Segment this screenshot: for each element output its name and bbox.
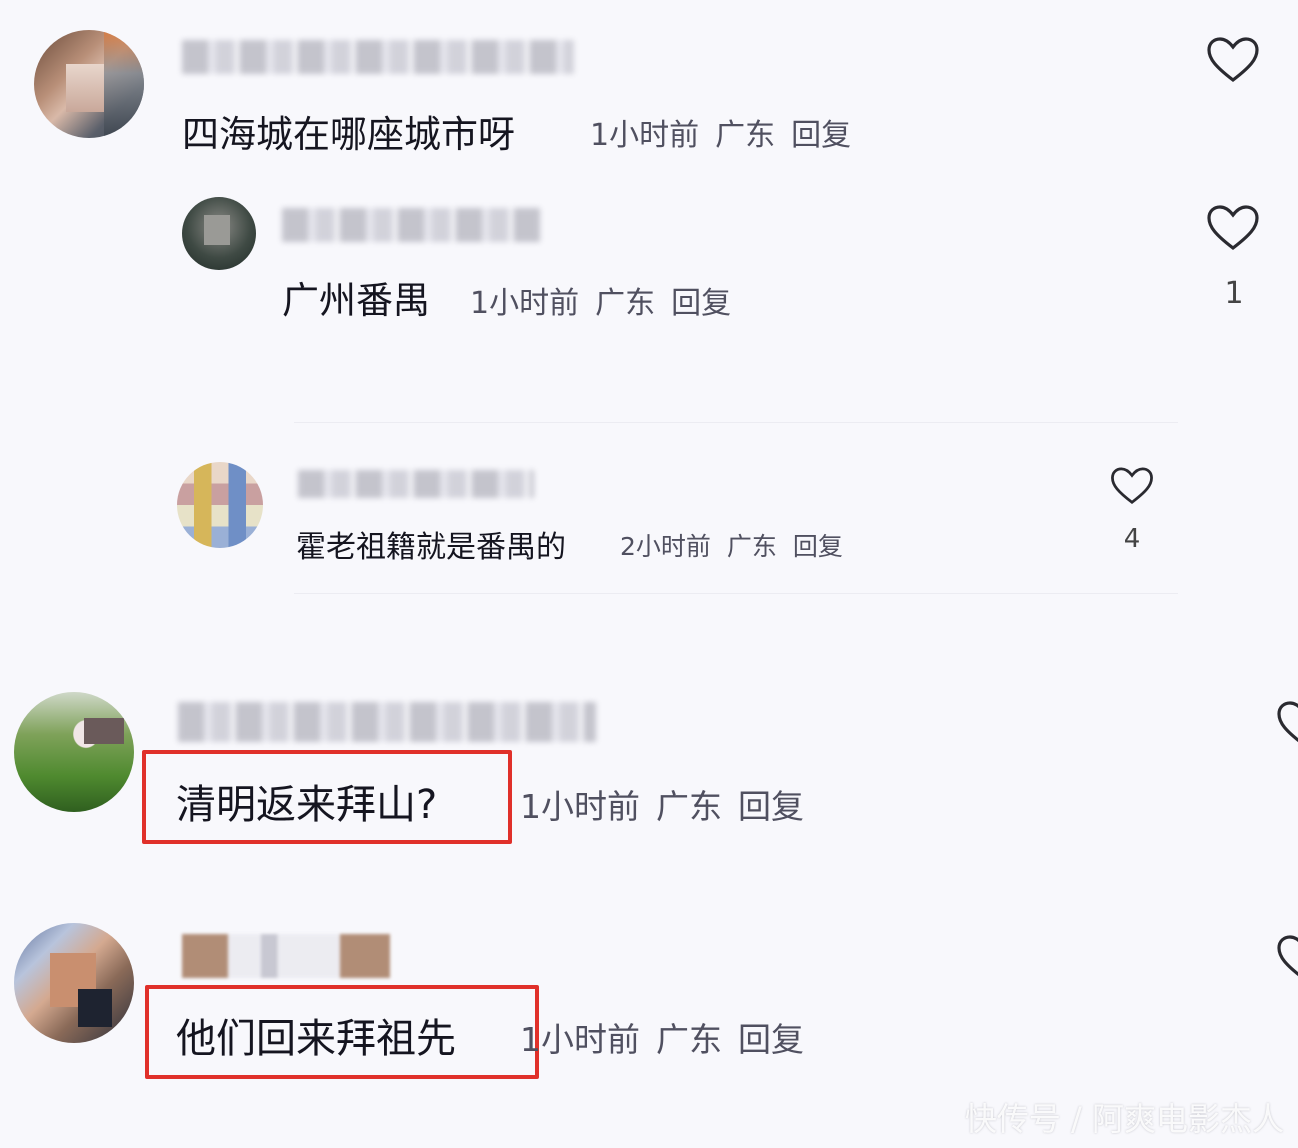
comment-location: 广东 <box>656 787 722 826</box>
username-blurred[interactable] <box>178 702 596 742</box>
watermark: 快传号 / 阿爽电影杰人 <box>964 1100 1284 1138</box>
comment-text: 广州番禺 <box>282 279 430 322</box>
username-blurred[interactable] <box>182 934 390 978</box>
username-blurred[interactable] <box>182 40 574 74</box>
heart-icon[interactable] <box>1276 934 1298 982</box>
reply-card <box>294 422 1178 594</box>
reply-button[interactable]: 回复 <box>738 787 804 826</box>
comment-time: 1小时前 <box>590 118 700 153</box>
avatar[interactable] <box>182 197 256 270</box>
heart-icon[interactable] <box>1206 204 1260 252</box>
reply-button[interactable]: 回复 <box>793 532 843 561</box>
username-blurred[interactable] <box>282 208 540 242</box>
comment-text: 霍老祖籍就是番禺的 <box>296 530 566 565</box>
comment-location: 广东 <box>726 532 777 561</box>
comment-time: 2小时前 <box>620 532 711 561</box>
comment-meta: 1小时前 广东 回复 <box>520 1013 820 1061</box>
like-count: 1 <box>1224 276 1244 311</box>
comment-meta: 1小时前 广东 回复 <box>590 110 867 154</box>
like-count: 4 <box>1123 524 1141 554</box>
comment-location: 广东 <box>715 118 776 153</box>
reply-button[interactable]: 回复 <box>738 1020 804 1059</box>
comment-time: 1小时前 <box>470 286 580 321</box>
avatar[interactable] <box>14 692 134 812</box>
avatar[interactable] <box>14 923 134 1043</box>
comment-text: 他们回来拜祖先 <box>176 1016 456 1062</box>
comment-meta: 2小时前 广东 回复 <box>620 527 859 563</box>
heart-icon[interactable] <box>1276 700 1298 748</box>
comment-text: 四海城在哪座城市呀 <box>182 113 515 156</box>
comment-time: 1小时前 <box>520 787 640 826</box>
avatar[interactable] <box>34 30 144 138</box>
avatar[interactable] <box>177 462 263 548</box>
reply-button[interactable]: 回复 <box>791 118 851 153</box>
comment-location: 广东 <box>656 1020 722 1059</box>
heart-icon[interactable] <box>1206 36 1260 84</box>
comment-time: 1小时前 <box>520 1020 640 1059</box>
reply-button[interactable]: 回复 <box>671 286 731 321</box>
username-blurred[interactable] <box>298 470 534 498</box>
comment-meta: 1小时前 广东 回复 <box>520 780 820 828</box>
heart-icon[interactable] <box>1110 466 1154 506</box>
comment-location: 广东 <box>595 286 656 321</box>
comment-meta: 1小时前 广东 回复 <box>470 278 747 322</box>
comment-text: 清明返来拜山? <box>176 782 438 828</box>
